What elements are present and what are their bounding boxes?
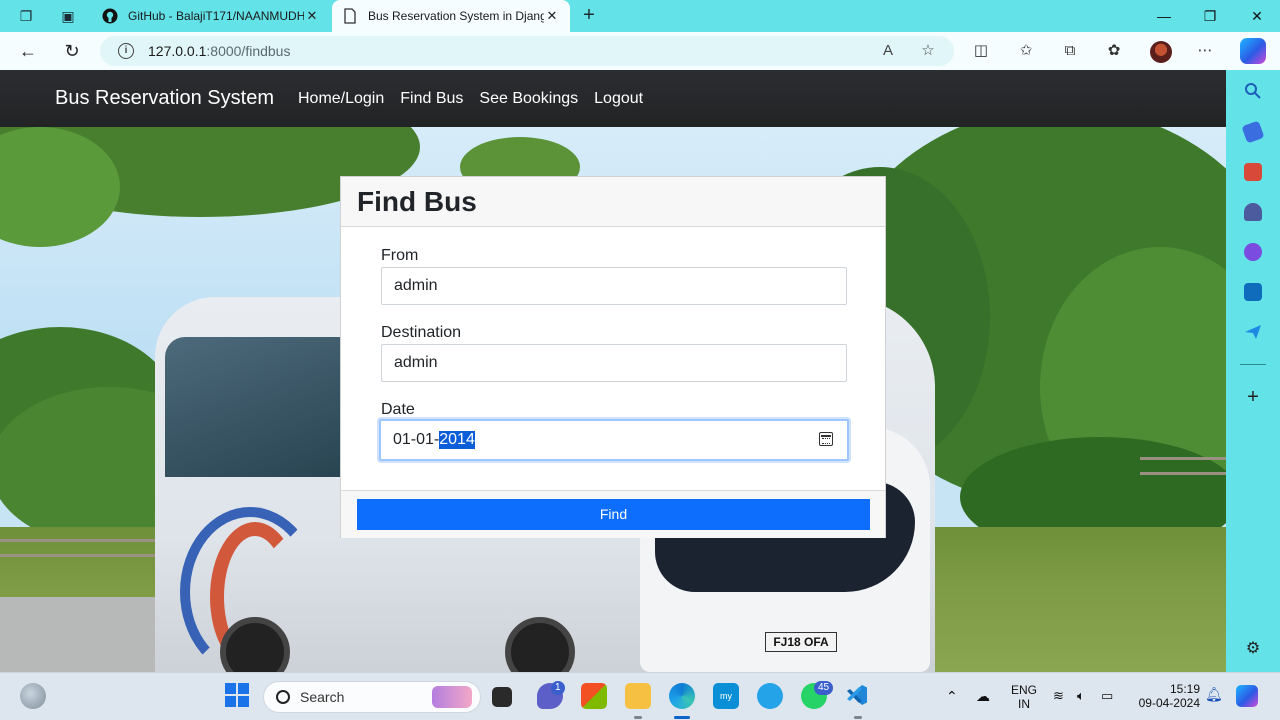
card-header: Find Bus (341, 177, 885, 227)
favorite-star-icon[interactable]: ☆ (918, 41, 938, 61)
close-tab-icon[interactable]: ✕ (304, 8, 320, 24)
tab-actions-icon[interactable]: ▣ (58, 6, 78, 26)
add-icon[interactable]: + (1244, 387, 1262, 407)
edge-icon[interactable] (669, 683, 695, 709)
wooden-fence (1140, 457, 1226, 475)
settings-gear-icon[interactable]: ⚙ (1244, 640, 1262, 658)
teams-badge: 1 (551, 681, 565, 695)
clock-time: 15:19 (1169, 682, 1200, 696)
microsoft-365-icon[interactable] (1244, 243, 1262, 261)
browser-toolbar: ← ↻ i 127.0.0.1:8000/findbus A ☆ ◫ ✩ ⧉ ✿… (0, 32, 1280, 70)
back-button[interactable]: ← (17, 40, 39, 62)
address-bar[interactable]: i 127.0.0.1:8000/findbus A ☆ (100, 36, 954, 66)
site-info-icon[interactable]: i (118, 43, 134, 59)
windows-taskbar: Search 1 my 45 ⌃ ☁ ENG IN ≋ 🔈︎ ▭ 15:19 0… (0, 672, 1280, 720)
show-hidden-icons[interactable]: ⌃ (946, 689, 958, 703)
browser-tab-strip: ❐ ▣ GitHub - BalajiT171/NAANMUDH ✕ Bus R… (0, 0, 1280, 32)
search-placeholder: Search (300, 689, 345, 705)
language-indicator[interactable]: ENG IN (1010, 683, 1038, 711)
url-host: 127.0.0.1 (148, 43, 207, 59)
date-year-selected: 2014 (439, 431, 475, 449)
site-navbar: Bus Reservation System Home/Login Find B… (0, 70, 1226, 127)
language-code: ENG (1010, 683, 1037, 697)
date-input[interactable]: 01-01- 2014 (379, 419, 849, 461)
search-highlight-image (432, 686, 472, 708)
file-explorer-icon[interactable] (625, 683, 651, 709)
card-footer: Find (341, 490, 885, 538)
refresh-button[interactable]: ↻ (61, 40, 83, 62)
help-icon[interactable] (757, 683, 783, 709)
weather-widget-icon[interactable] (20, 683, 46, 709)
taskbar-search[interactable]: Search (263, 681, 481, 713)
tab-github[interactable]: GitHub - BalajiT171/NAANMUDH ✕ (92, 0, 330, 32)
nav-find-bus[interactable]: Find Bus (400, 90, 463, 108)
shopping-tag-icon[interactable] (1241, 120, 1265, 144)
date-label: Date (381, 401, 415, 418)
microsoft-store-icon[interactable] (581, 683, 607, 709)
tab-title: GitHub - BalajiT171/NAANMUDH (128, 9, 304, 23)
url-path: :8000/findbus (206, 43, 291, 59)
onedrive-cloud-icon[interactable]: ☁ (976, 689, 990, 703)
wooden-fence (0, 539, 160, 557)
favorites-icon[interactable]: ✩ (1016, 41, 1036, 61)
license-plate: FJ18 OFA (765, 632, 837, 652)
nav-home-login[interactable]: Home/Login (298, 90, 384, 108)
sidebar-separator (1240, 364, 1266, 365)
from-label: From (381, 247, 419, 264)
close-window-button[interactable]: ✕ (1234, 4, 1280, 28)
tab-title: Bus Reservation System in Djang (368, 9, 544, 23)
wifi-icon[interactable]: ≋ (1053, 689, 1064, 703)
date-value: 01-01- (393, 431, 440, 448)
page-title: Find Bus (357, 186, 477, 217)
more-menu-icon[interactable]: ⋯ (1195, 41, 1215, 61)
region-code: IN (1018, 697, 1030, 711)
new-tab-button[interactable]: + (578, 5, 600, 27)
destination-label: Destination (381, 324, 462, 341)
site-brand[interactable]: Bus Reservation System (55, 87, 274, 110)
start-windows-icon[interactable] (225, 683, 251, 709)
page-icon (342, 8, 358, 24)
running-indicator (634, 716, 642, 719)
tools-icon[interactable] (1244, 163, 1262, 181)
running-indicator (854, 716, 862, 719)
outlook-icon[interactable] (1244, 283, 1262, 301)
page-viewport: FJ18 OFA Bus Reservation System Home/Log… (0, 70, 1226, 672)
destination-input[interactable]: admin (381, 344, 847, 382)
profile-avatar[interactable] (1150, 41, 1172, 63)
myhp-icon[interactable]: my (713, 683, 739, 709)
split-screen-icon[interactable]: ◫ (971, 41, 991, 61)
extensions-icon[interactable]: ✿ (1104, 41, 1124, 61)
find-button[interactable]: Find (357, 499, 870, 530)
copilot-icon[interactable] (1240, 38, 1266, 64)
edge-sidebar: + ⚙ (1226, 70, 1280, 672)
search-icon[interactable] (1244, 82, 1262, 100)
vscode-icon[interactable] (845, 683, 871, 709)
github-icon (102, 8, 118, 24)
calendar-icon[interactable] (819, 432, 833, 446)
workspaces-icon[interactable]: ❐ (16, 6, 36, 26)
close-tab-icon[interactable]: ✕ (544, 8, 560, 24)
tab-bus-reservation[interactable]: Bus Reservation System in Djang ✕ (332, 0, 570, 32)
from-input[interactable]: admin (381, 267, 847, 305)
copilot-taskbar-icon[interactable] (1236, 685, 1258, 707)
battery-icon[interactable]: ▭ (1101, 689, 1113, 703)
minimize-button[interactable]: — (1141, 4, 1187, 28)
games-icon[interactable] (1244, 203, 1262, 221)
search-icon (276, 690, 290, 704)
read-aloud-icon[interactable]: A (878, 41, 898, 61)
clock-date: 09-04-2024 (1138, 696, 1200, 710)
notification-bell-icon[interactable]: 🔔︎ (1205, 687, 1223, 701)
find-bus-card: Find Bus From admin Destination admin Da… (340, 176, 886, 538)
nav-logout[interactable]: Logout (594, 90, 643, 108)
collections-icon[interactable]: ⧉ (1060, 41, 1080, 61)
volume-icon[interactable]: 🔈︎ (1077, 689, 1085, 703)
clock[interactable]: 15:19 09-04-2024 (1132, 682, 1200, 710)
bus-side-window (165, 337, 365, 477)
running-indicator (674, 716, 690, 719)
whatsapp-badge: 45 (814, 681, 834, 695)
restore-button[interactable]: ❐ (1187, 4, 1233, 28)
task-view-icon[interactable] (492, 687, 512, 707)
drop-icon[interactable] (1244, 323, 1262, 341)
nav-see-bookings[interactable]: See Bookings (479, 90, 578, 108)
